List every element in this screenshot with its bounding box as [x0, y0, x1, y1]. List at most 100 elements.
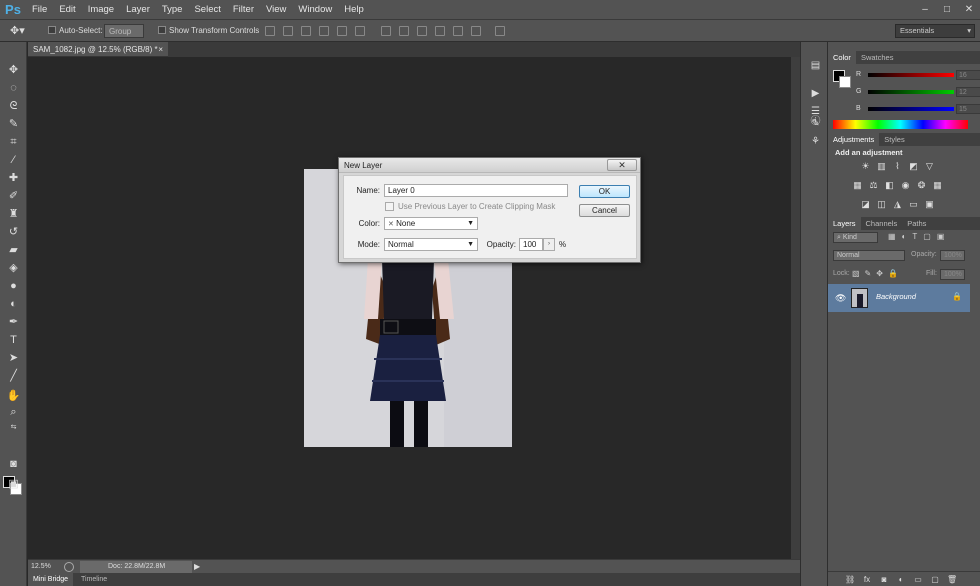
cancel-button[interactable]: Cancel [579, 204, 630, 217]
vertical-scrollbar[interactable] [791, 57, 800, 559]
menu-help[interactable]: Help [338, 0, 370, 20]
hue-saturation-icon[interactable]: ▦ [852, 180, 863, 190]
distribute-hcenter-icon[interactable] [453, 26, 463, 36]
blue-value[interactable]: 15 [956, 104, 980, 114]
channel-mixer-icon[interactable]: ❂ [916, 180, 927, 190]
menu-edit[interactable]: Edit [53, 0, 81, 20]
color-dropdown[interactable]: ✕ None ▼ [384, 217, 478, 230]
menu-file[interactable]: File [26, 0, 53, 20]
clone-source-icon[interactable]: ⚘ [809, 136, 822, 148]
color-spectrum-ramp[interactable] [833, 120, 968, 129]
zoom-level[interactable]: 12.5% [31, 560, 51, 574]
distribute-left-icon[interactable] [435, 26, 445, 36]
dialog-close-button[interactable]: ✕ [607, 159, 637, 171]
layer-style-icon[interactable]: fx [862, 575, 872, 584]
maximize-button[interactable]: □ [936, 0, 958, 20]
dialog-opacity-input[interactable]: 100 [519, 238, 543, 251]
distribute-vcenter-icon[interactable] [399, 26, 409, 36]
align-hcenter-icon[interactable] [337, 26, 347, 36]
red-slider[interactable]: R 16 [856, 70, 980, 84]
menu-layer[interactable]: Layer [120, 0, 156, 20]
menu-type[interactable]: Type [156, 0, 189, 20]
color-balance-icon[interactable]: ⚖ [868, 180, 879, 190]
vibrance-icon[interactable]: ▽ [924, 161, 935, 171]
tab-adjustments[interactable]: Adjustments [828, 133, 880, 146]
brightness-contrast-icon[interactable]: ☀ [860, 161, 871, 171]
tab-styles[interactable]: Styles [879, 133, 909, 146]
threshold-icon[interactable]: ◮ [892, 199, 903, 209]
red-value[interactable]: 16 [956, 70, 980, 80]
dodge-tool-icon[interactable]: ◐ [5, 296, 22, 312]
black-white-icon[interactable]: ◧ [884, 180, 895, 190]
green-value[interactable]: 12 [956, 87, 980, 97]
photo-filter-icon[interactable]: ◉ [900, 180, 911, 190]
clone-stamp-tool-icon[interactable]: ♜ [5, 206, 22, 222]
eyedropper-tool-icon[interactable]: ⁄ [5, 152, 22, 168]
tab-layers[interactable]: Layers [828, 217, 861, 230]
delete-layer-icon[interactable]: 🗑 [947, 575, 957, 584]
menu-window[interactable]: Window [292, 0, 338, 20]
marquee-tool-icon[interactable]: ◌ [5, 80, 22, 96]
line-tool-icon[interactable]: ╱ [5, 368, 22, 384]
align-vcenter-icon[interactable] [283, 26, 293, 36]
curves-icon[interactable]: ⌇ [892, 161, 903, 171]
color-panel-background[interactable] [839, 76, 851, 88]
layer-name[interactable]: Background [876, 292, 916, 301]
eye-visibility-icon[interactable]: 👁 [835, 293, 846, 304]
layer-filter-icons[interactable]: ▦◐T▢▣ [888, 232, 950, 241]
workspace-switcher[interactable]: Essentials ▾ [895, 24, 975, 38]
new-group-icon[interactable]: ▭ [913, 575, 923, 584]
red-gradient[interactable] [868, 73, 954, 77]
brush-tool-icon[interactable]: ✐ [5, 188, 22, 204]
quick-mask-icon[interactable]: ◙ [5, 456, 22, 472]
mode-dropdown[interactable]: Normal ▼ [384, 238, 478, 251]
menu-image[interactable]: Image [82, 0, 120, 20]
type-tool-icon[interactable]: T [5, 332, 22, 348]
eraser-tool-icon[interactable]: ▰ [5, 242, 22, 258]
status-info-icon[interactable] [64, 562, 74, 572]
align-bottom-icon[interactable] [301, 26, 311, 36]
blue-slider[interactable]: B 15 [856, 104, 980, 118]
pen-tool-icon[interactable]: ✒ [5, 314, 22, 330]
tab-color[interactable]: Color [828, 51, 856, 64]
add-mask-icon[interactable]: ◙ [879, 575, 889, 584]
tab-mini-bridge[interactable]: Mini Bridge [28, 573, 74, 586]
tab-timeline[interactable]: Timeline [76, 573, 112, 586]
posterize-icon[interactable]: ◫ [876, 199, 887, 209]
link-layers-icon[interactable]: ⛓ [845, 575, 855, 584]
distribute-right-icon[interactable] [471, 26, 481, 36]
selective-color-icon[interactable]: ▣ [924, 199, 935, 209]
brush-panel-icon[interactable]: ✎ [809, 118, 822, 130]
layer-name-input[interactable]: Layer 0 [384, 184, 568, 197]
screen-mode-icon[interactable]: ▣ [5, 476, 22, 492]
levels-icon[interactable]: ▥ [876, 161, 887, 171]
auto-select-checkbox[interactable]: Auto-Select: [48, 24, 103, 38]
actions-panel-icon[interactable]: ▶ [809, 88, 822, 100]
invert-icon[interactable]: ◪ [860, 199, 871, 209]
exposure-icon[interactable]: ◩ [908, 161, 919, 171]
blue-gradient[interactable] [868, 107, 954, 111]
auto-select-dropdown[interactable]: Group [104, 24, 144, 38]
zoom-tool-icon[interactable]: ⌕ [5, 404, 22, 420]
blend-mode-dropdown[interactable]: Normal [833, 250, 905, 261]
opacity-slider-arrow-icon[interactable]: › [543, 238, 555, 251]
layer-filter-kind[interactable]: ⌕ Kind [833, 232, 878, 243]
path-selection-tool-icon[interactable]: ➤ [5, 350, 22, 366]
swap-colors-icon[interactable]: ⇆ [5, 420, 22, 436]
align-left-icon[interactable] [319, 26, 329, 36]
lock-icons[interactable]: ▧✎✥🔒 [852, 269, 903, 278]
auto-align-icon[interactable] [495, 26, 505, 36]
status-menu-arrow-icon[interactable]: ▶ [194, 560, 200, 574]
green-gradient[interactable] [868, 90, 954, 94]
hand-tool-icon[interactable]: ✋ [5, 388, 22, 404]
blur-tool-icon[interactable]: ● [5, 278, 22, 294]
layer-row-background[interactable]: 👁 Background 🔒 [828, 284, 970, 312]
tab-channels[interactable]: Channels [861, 217, 903, 230]
distribute-bottom-icon[interactable] [417, 26, 427, 36]
tab-swatches[interactable]: Swatches [856, 51, 899, 64]
layer-fill-field[interactable]: 100% [940, 269, 965, 280]
close-document-icon[interactable]: × [158, 42, 163, 57]
align-right-icon[interactable] [355, 26, 365, 36]
menu-select[interactable]: Select [188, 0, 226, 20]
ok-button[interactable]: OK [579, 185, 630, 198]
